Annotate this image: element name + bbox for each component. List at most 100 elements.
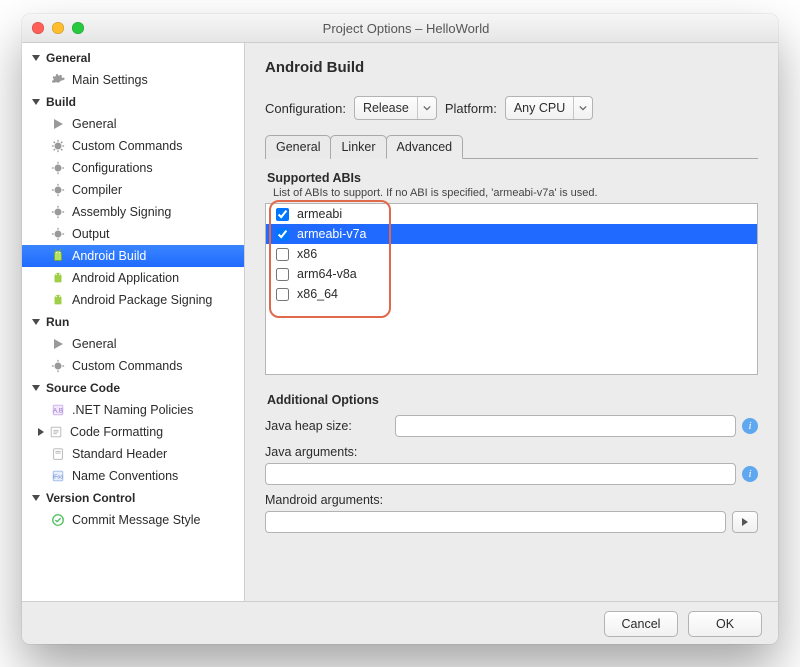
disclosure-triangle-icon <box>32 319 40 325</box>
sidebar-item-name-conventions[interactable]: IFoo Name Conventions <box>22 465 244 487</box>
run-arguments-button[interactable] <box>732 511 758 533</box>
sidebar-item-android-build[interactable]: Android Build <box>22 245 244 267</box>
disclosure-triangle-icon <box>32 495 40 501</box>
configuration-dropdown[interactable]: Release <box>354 96 437 120</box>
sidebar-group-toggle[interactable]: Version Control <box>22 487 244 509</box>
svg-text:IFoo: IFoo <box>53 475 64 481</box>
doc-icon: A.B <box>50 402 66 418</box>
tab-linker[interactable]: Linker <box>330 135 386 159</box>
sidebar-item-main-settings[interactable]: Main Settings <box>22 69 244 91</box>
sidebar-group-toggle[interactable]: Run <box>22 311 244 333</box>
sidebar-item-label: Commit Message Style <box>72 513 201 527</box>
sidebar-item-label: Main Settings <box>72 73 148 87</box>
gear-icon <box>50 226 66 242</box>
sidebar-group-source-code: Source Code A.B .NET Naming Policies Cod… <box>22 377 244 487</box>
sidebar-item-label: Android Package Signing <box>72 293 212 307</box>
sidebar-group-toggle[interactable]: Build <box>22 91 244 113</box>
check-circle-icon <box>50 512 66 528</box>
sidebar-group-version-control: Version Control Commit Message Style <box>22 487 244 531</box>
abi-row-arm64-v8a[interactable]: arm64-v8a <box>266 264 757 284</box>
sidebar-item-label: General <box>72 337 116 351</box>
sidebar-item-label: General <box>72 117 116 131</box>
info-icon[interactable]: i <box>742 418 758 434</box>
abi-checkbox[interactable] <box>276 208 289 221</box>
abi-checkbox[interactable] <box>276 268 289 281</box>
doc-icon: IFoo <box>50 468 66 484</box>
cancel-button[interactable]: Cancel <box>604 611 678 637</box>
sidebar-item-assembly-signing[interactable]: Assembly Signing <box>22 201 244 223</box>
sidebar: General Main Settings Build General <box>22 43 245 601</box>
mandroid-arguments-input[interactable] <box>265 511 726 533</box>
sidebar-item-label: Android Application <box>72 271 179 285</box>
titlebar: Project Options – HelloWorld <box>22 14 778 43</box>
sidebar-group-label: Source Code <box>46 381 120 395</box>
abi-checkbox[interactable] <box>276 288 289 301</box>
sidebar-item-android-application[interactable]: Android Application <box>22 267 244 289</box>
doc-icon <box>50 446 66 462</box>
abi-checkbox[interactable] <box>276 248 289 261</box>
java-heap-input[interactable] <box>395 415 736 437</box>
sidebar-item-build-general[interactable]: General <box>22 113 244 135</box>
sidebar-item-configurations[interactable]: Configurations <box>22 157 244 179</box>
gear-icon <box>50 138 66 154</box>
button-label: Cancel <box>622 617 661 631</box>
sidebar-item-android-package-signing[interactable]: Android Package Signing <box>22 289 244 311</box>
sidebar-group-toggle[interactable]: Source Code <box>22 377 244 399</box>
android-icon <box>50 270 66 286</box>
config-row: Configuration: Release Platform: Any CPU <box>265 96 758 120</box>
gear-icon <box>50 72 66 88</box>
abi-checkbox[interactable] <box>276 228 289 241</box>
gear-icon <box>50 160 66 176</box>
abi-row-x86-64[interactable]: x86_64 <box>266 284 757 304</box>
sidebar-item-label: Assembly Signing <box>72 205 171 219</box>
sidebar-item-run-custom-commands[interactable]: Custom Commands <box>22 355 244 377</box>
dropdown-value: Any CPU <box>506 101 573 115</box>
sidebar-group-label: Build <box>46 95 76 109</box>
sidebar-item-code-formatting[interactable]: Code Formatting <box>22 421 244 443</box>
sidebar-item-compiler[interactable]: Compiler <box>22 179 244 201</box>
sidebar-group-toggle[interactable]: General <box>22 47 244 69</box>
info-icon[interactable]: i <box>742 466 758 482</box>
section-additional-options-label: Additional Options <box>267 393 758 407</box>
gear-icon <box>50 182 66 198</box>
platform-dropdown[interactable]: Any CPU <box>505 96 593 120</box>
abi-row-armeabi-v7a[interactable]: armeabi-v7a <box>266 224 757 244</box>
disclosure-triangle-icon <box>32 55 40 61</box>
sidebar-item-label: Custom Commands <box>72 359 182 373</box>
sidebar-item-standard-header[interactable]: Standard Header <box>22 443 244 465</box>
disclosure-triangle-icon[interactable] <box>38 428 44 436</box>
panel-heading: Android Build <box>265 59 758 76</box>
java-arguments-input[interactable] <box>265 463 736 485</box>
sidebar-group-label: Version Control <box>46 491 135 505</box>
tab-label: Linker <box>341 140 375 154</box>
sidebar-item-output[interactable]: Output <box>22 223 244 245</box>
sidebar-group-label: General <box>46 51 91 65</box>
sidebar-group-run: Run General Custom Commands <box>22 311 244 377</box>
sidebar-item-custom-commands[interactable]: Custom Commands <box>22 135 244 157</box>
sidebar-group-build: Build General Custom Commands Configurat… <box>22 91 244 311</box>
sidebar-item-label: Output <box>72 227 110 241</box>
java-arguments-label: Java arguments: <box>265 445 357 459</box>
tab-advanced[interactable]: Advanced <box>386 135 464 159</box>
play-icon <box>50 336 66 352</box>
tab-general[interactable]: General <box>265 135 331 159</box>
sidebar-item-commit-message-style[interactable]: Commit Message Style <box>22 509 244 531</box>
sidebar-item-label: Android Build <box>72 249 146 263</box>
gear-icon <box>50 204 66 220</box>
mandroid-label-row: Mandroid arguments: <box>265 493 758 507</box>
dialog-footer: Cancel OK <box>22 601 778 644</box>
sidebar-item-run-general[interactable]: General <box>22 333 244 355</box>
abis-list[interactable]: armeabi armeabi-v7a x86 arm64-v8a <box>265 203 758 375</box>
mandroid-row <box>265 511 758 533</box>
dropdown-value: Release <box>355 101 417 115</box>
abi-row-x86[interactable]: x86 <box>266 244 757 264</box>
sidebar-item-net-naming[interactable]: A.B .NET Naming Policies <box>22 399 244 421</box>
ok-button[interactable]: OK <box>688 611 762 637</box>
disclosure-triangle-icon <box>32 385 40 391</box>
play-icon <box>741 518 749 526</box>
section-supported-abis-label: Supported ABIs <box>267 171 758 185</box>
android-icon <box>50 248 66 264</box>
svg-text:A.B: A.B <box>53 408 63 415</box>
java-heap-label: Java heap size: <box>265 419 389 433</box>
abi-row-armeabi[interactable]: armeabi <box>266 204 757 224</box>
